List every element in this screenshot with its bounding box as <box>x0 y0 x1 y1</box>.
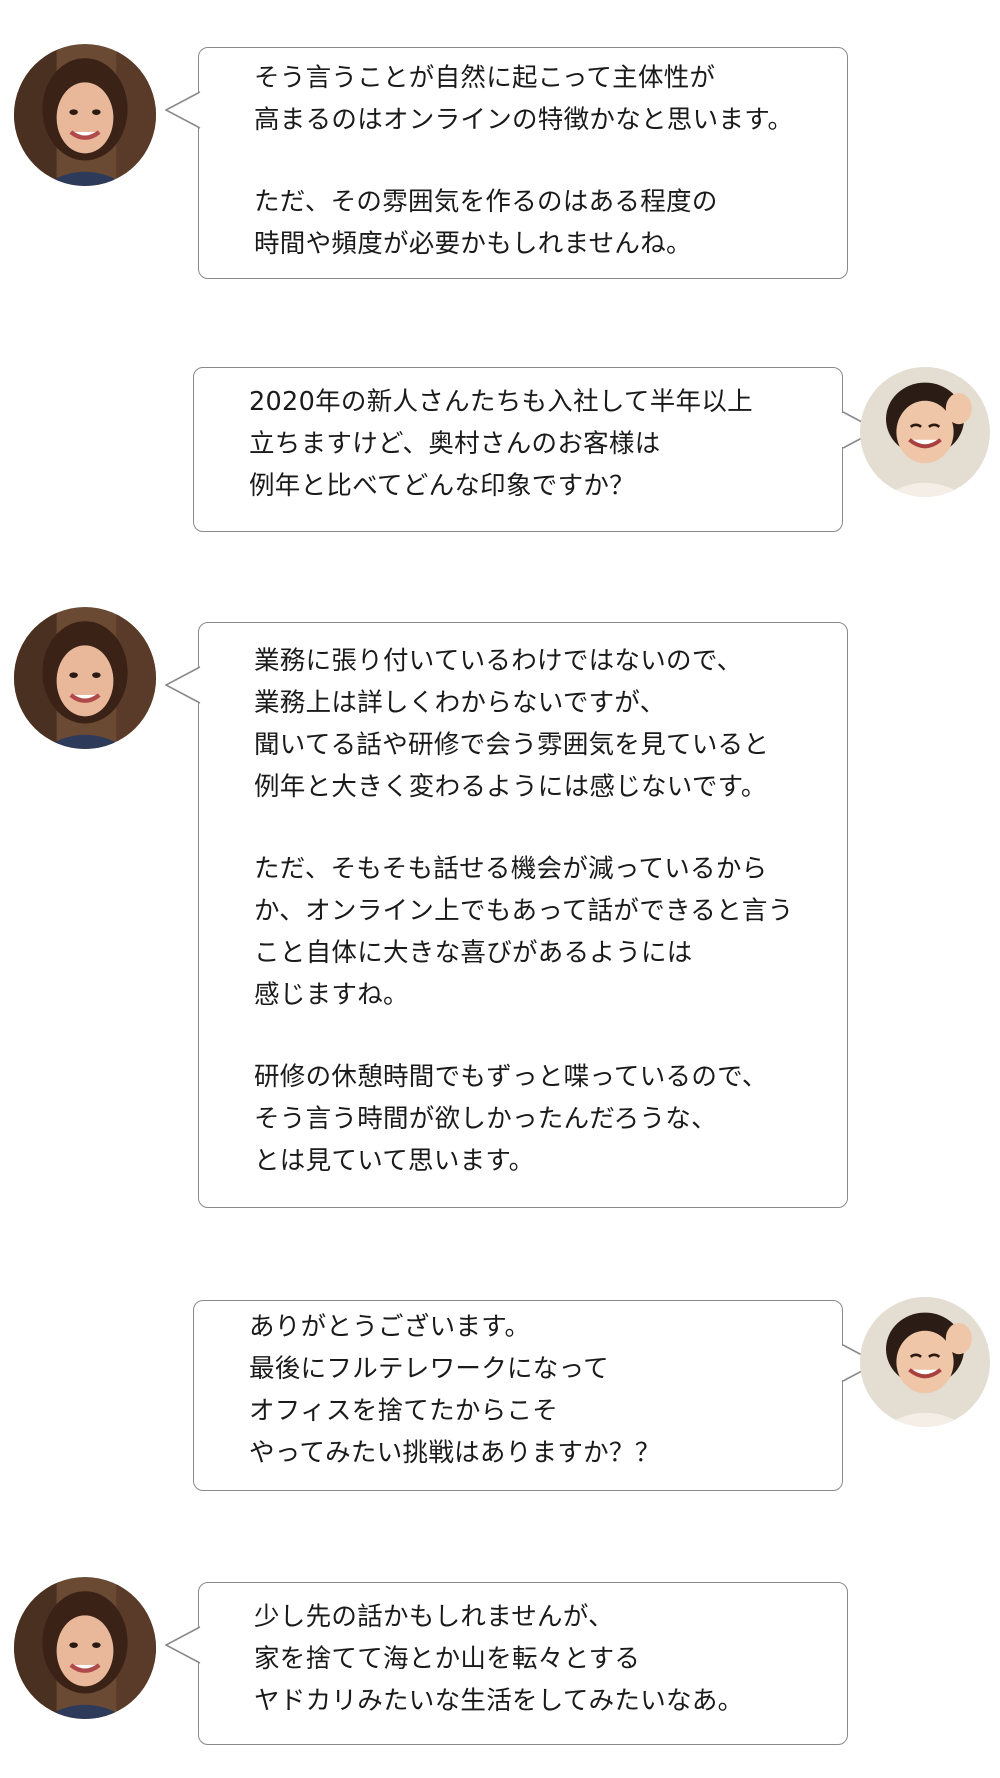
message-bubble-5: 少し先の話かもしれませんが、 家を捨てて海とか山を転々とする ヤドカリみたいな生… <box>165 1582 848 1745</box>
message-line: か、オンライン上でもあって話ができると言う <box>254 896 794 926</box>
bubble-tail <box>165 666 201 704</box>
message-line: とは見ていて思います。 <box>254 1146 535 1176</box>
message-bubble-3: 業務に張り付いているわけではないので、 業務上は詳しくわからないですが、 聞いて… <box>165 622 848 1208</box>
speaker-right-avatar <box>860 367 990 497</box>
speaker-left-avatar <box>14 1577 156 1719</box>
message-line: やってみたい挑戦はありますか？？ <box>249 1438 661 1468</box>
message-text: 業務に張り付いているわけではないので、 業務上は詳しくわからないですが、 聞いて… <box>254 640 794 1182</box>
message-line: 研修の休憩時間でもずっと喋っているので、 <box>254 1062 768 1092</box>
message-line: 時間や頻度が必要かもしれませんね。 <box>254 229 692 259</box>
message-line: 聞いてる話や研修で会う雰囲気を見ていると <box>254 730 770 760</box>
message-line: そう言う時間が欲しかったんだろうな、 <box>254 1104 717 1134</box>
speaker-left-avatar <box>14 607 156 749</box>
message-line: 例年と大きく変わるようには感じないです。 <box>254 772 767 802</box>
message-line: 最後にフルテレワークになって <box>249 1354 609 1384</box>
message-line: ただ、そもそも話せる機会が減っているから <box>254 854 768 884</box>
message-bubble-4: ありがとうございます。 最後にフルテレワークになって オフィスを捨てたからこそ … <box>193 1300 878 1491</box>
message-line: 2020年の新人さんたちも入社して半年以上 <box>249 387 753 417</box>
message-line: 家を捨てて海とか山を転々とする <box>254 1644 641 1674</box>
message-text: そう言うことが自然に起こって主体性が 高まるのはオンラインの特徴かなと思います。… <box>254 57 793 265</box>
message-line: 立ちますけど、奥村さんのお客様は <box>249 429 661 459</box>
message-line: 業務上は詳しくわからないですが、 <box>254 688 666 718</box>
message-line: ありがとうございます。 <box>249 1312 531 1342</box>
message-line: こと自体に大きな喜びがあるようには <box>254 938 693 968</box>
message-line: 感じますね。 <box>254 980 409 1010</box>
speaker-right-avatar <box>860 1297 990 1427</box>
speaker-left-avatar <box>14 44 156 186</box>
message-line: 例年と比べてどんな印象ですか？ <box>249 471 635 501</box>
message-line: ヤドカリみたいな生活をしてみたいなあ。 <box>254 1686 744 1716</box>
message-line: そう言うことが自然に起こって主体性が <box>254 63 716 93</box>
message-line: 少し先の話かもしれませんが、 <box>254 1602 614 1632</box>
message-text: 2020年の新人さんたちも入社して半年以上 立ちますけど、奥村さんのお客様は 例… <box>249 381 753 507</box>
message-bubble-1: そう言うことが自然に起こって主体性が 高まるのはオンラインの特徴かなと思います。… <box>165 47 848 279</box>
message-text: ありがとうございます。 最後にフルテレワークになって オフィスを捨てたからこそ … <box>249 1306 661 1474</box>
message-bubble-2: 2020年の新人さんたちも入社して半年以上 立ちますけど、奥村さんのお客様は 例… <box>193 367 878 532</box>
message-line: オフィスを捨てたからこそ <box>249 1396 559 1426</box>
bubble-tail <box>165 1626 201 1664</box>
message-line: 高まるのはオンラインの特徴かなと思います。 <box>254 105 794 135</box>
message-line: ただ、その雰囲気を作るのはある程度の <box>254 187 718 217</box>
bubble-tail <box>165 91 201 129</box>
message-text: 少し先の話かもしれませんが、 家を捨てて海とか山を転々とする ヤドカリみたいな生… <box>254 1596 743 1722</box>
message-line: 業務に張り付いているわけではないので、 <box>254 646 743 676</box>
